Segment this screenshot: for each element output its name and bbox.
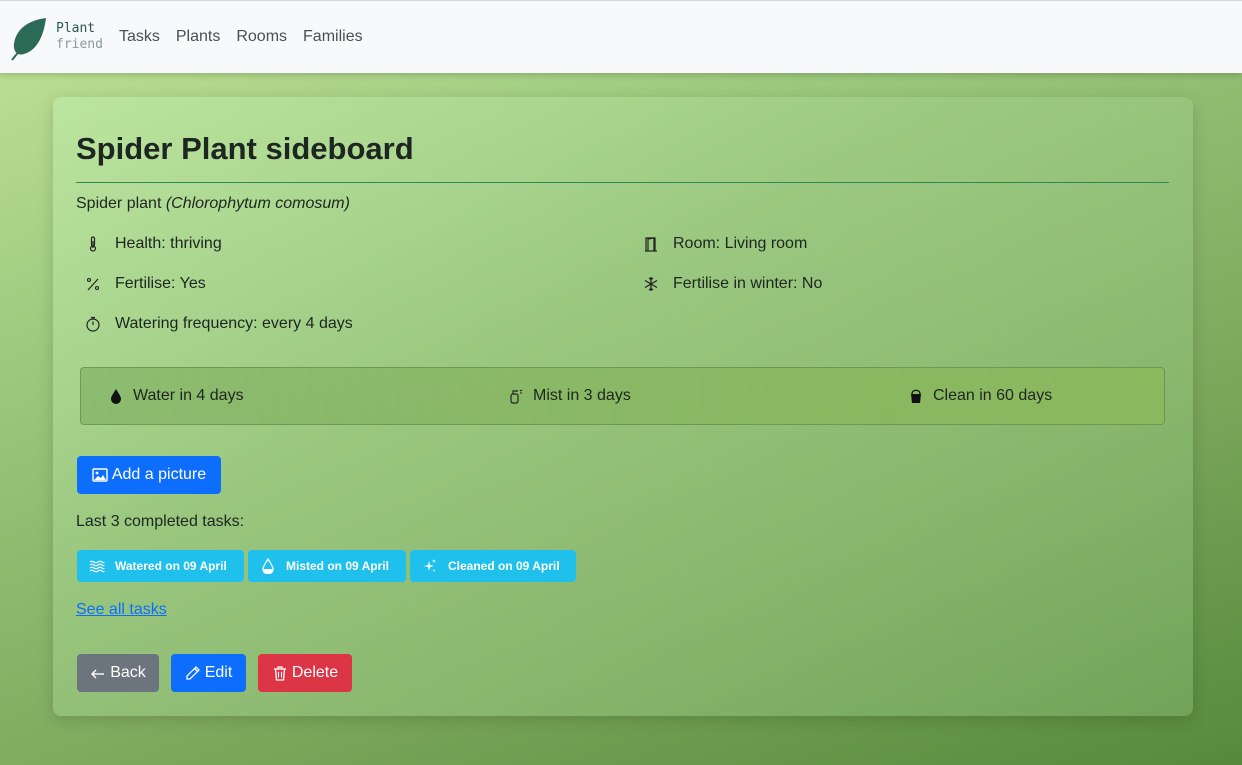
nav-families[interactable]: Families [303, 28, 363, 46]
due-summary: Water in 4 days Mist in 3 days Clean in … [80, 367, 1165, 425]
due-water: Water in 4 days [109, 387, 244, 405]
add-picture-label: Add a picture [111, 466, 207, 483]
thermometer-icon [89, 236, 97, 252]
trash-icon [273, 666, 286, 681]
due-mist-text: Mist in 3 days [533, 387, 631, 404]
edit-button[interactable]: Edit [171, 654, 246, 692]
watering-text: Watering frequency: every 4 days [115, 315, 353, 332]
nav-tasks[interactable]: Tasks [119, 28, 160, 46]
brand-line-2: friend [56, 37, 103, 52]
percent-icon [86, 277, 100, 291]
page-title: Spider Plant sideboard [76, 131, 414, 166]
task-badge-misted: Misted on 09 April [248, 550, 406, 582]
door-icon [645, 237, 657, 252]
task-badge-cleaned-text: Cleaned on 09 April [448, 559, 560, 573]
back-label: Back [110, 664, 146, 681]
nav-links: Tasks Plants Rooms Families [119, 28, 379, 46]
due-clean-text: Clean in 60 days [933, 387, 1053, 404]
task-badge-watered-text: Watered on 09 April [115, 559, 227, 573]
add-picture-button[interactable]: Add a picture [77, 456, 221, 494]
attr-fertilise: Fertilise: Yes [85, 275, 206, 293]
delete-label: Delete [291, 664, 339, 681]
edit-label: Edit [204, 664, 233, 681]
attr-fertilise-winter: Fertilise in winter: No [643, 275, 822, 293]
brand-line-1: Plant [56, 21, 96, 36]
fertilise-text: Fertilise: Yes [115, 275, 206, 292]
pencil-icon [186, 666, 200, 680]
due-clean: Clean in 60 days [909, 387, 1052, 405]
back-button[interactable]: Back [77, 654, 159, 692]
attr-watering: Watering frequency: every 4 days [85, 315, 353, 333]
room-text: Room: Living room [673, 235, 808, 252]
delete-button[interactable]: Delete [258, 654, 352, 692]
navbar: Plant friend Tasks Plants Rooms Families [0, 0, 1242, 73]
see-all-tasks-link[interactable]: See all tasks [76, 601, 167, 619]
task-badge-misted-text: Misted on 09 April [286, 559, 389, 573]
droplet-icon [111, 389, 121, 404]
common-name: Spider plant [76, 195, 162, 212]
snowflake-icon [644, 277, 658, 291]
bucket-icon [911, 389, 921, 403]
health-text: Health: thriving [115, 235, 222, 252]
spray-bottle-icon [510, 389, 523, 404]
task-badge-watered: Watered on 09 April [77, 550, 244, 582]
task-badge-cleaned: Cleaned on 09 April [410, 550, 576, 582]
due-mist: Mist in 3 days [509, 387, 631, 405]
leaf-icon [11, 17, 46, 61]
attr-room: Room: Living room [643, 235, 807, 253]
attr-health: Health: thriving [85, 235, 222, 253]
due-water-text: Water in 4 days [133, 387, 244, 404]
species: Spider plant (Chlorophytum comosum) [76, 195, 350, 213]
arrow-left-icon [91, 669, 105, 679]
nav-rooms[interactable]: Rooms [236, 28, 287, 46]
water-waves-icon [89, 560, 105, 573]
title-divider [76, 182, 1169, 183]
stopwatch-icon [86, 316, 100, 332]
nav-plants[interactable]: Plants [176, 28, 220, 46]
scientific-name: (Chlorophytum comosum) [165, 195, 350, 212]
sparkles-icon [424, 559, 436, 572]
tasks-heading: Last 3 completed tasks: [76, 513, 245, 530]
plant-card: Spider Plant sideboard Spider plant (Chl… [53, 97, 1193, 716]
image-icon [92, 468, 108, 482]
brand[interactable]: Plant friend [10, 1, 103, 74]
droplet-half-icon [262, 558, 274, 574]
brand-text: Plant friend [56, 21, 103, 53]
fertilise-winter-text: Fertilise in winter: No [673, 275, 823, 292]
